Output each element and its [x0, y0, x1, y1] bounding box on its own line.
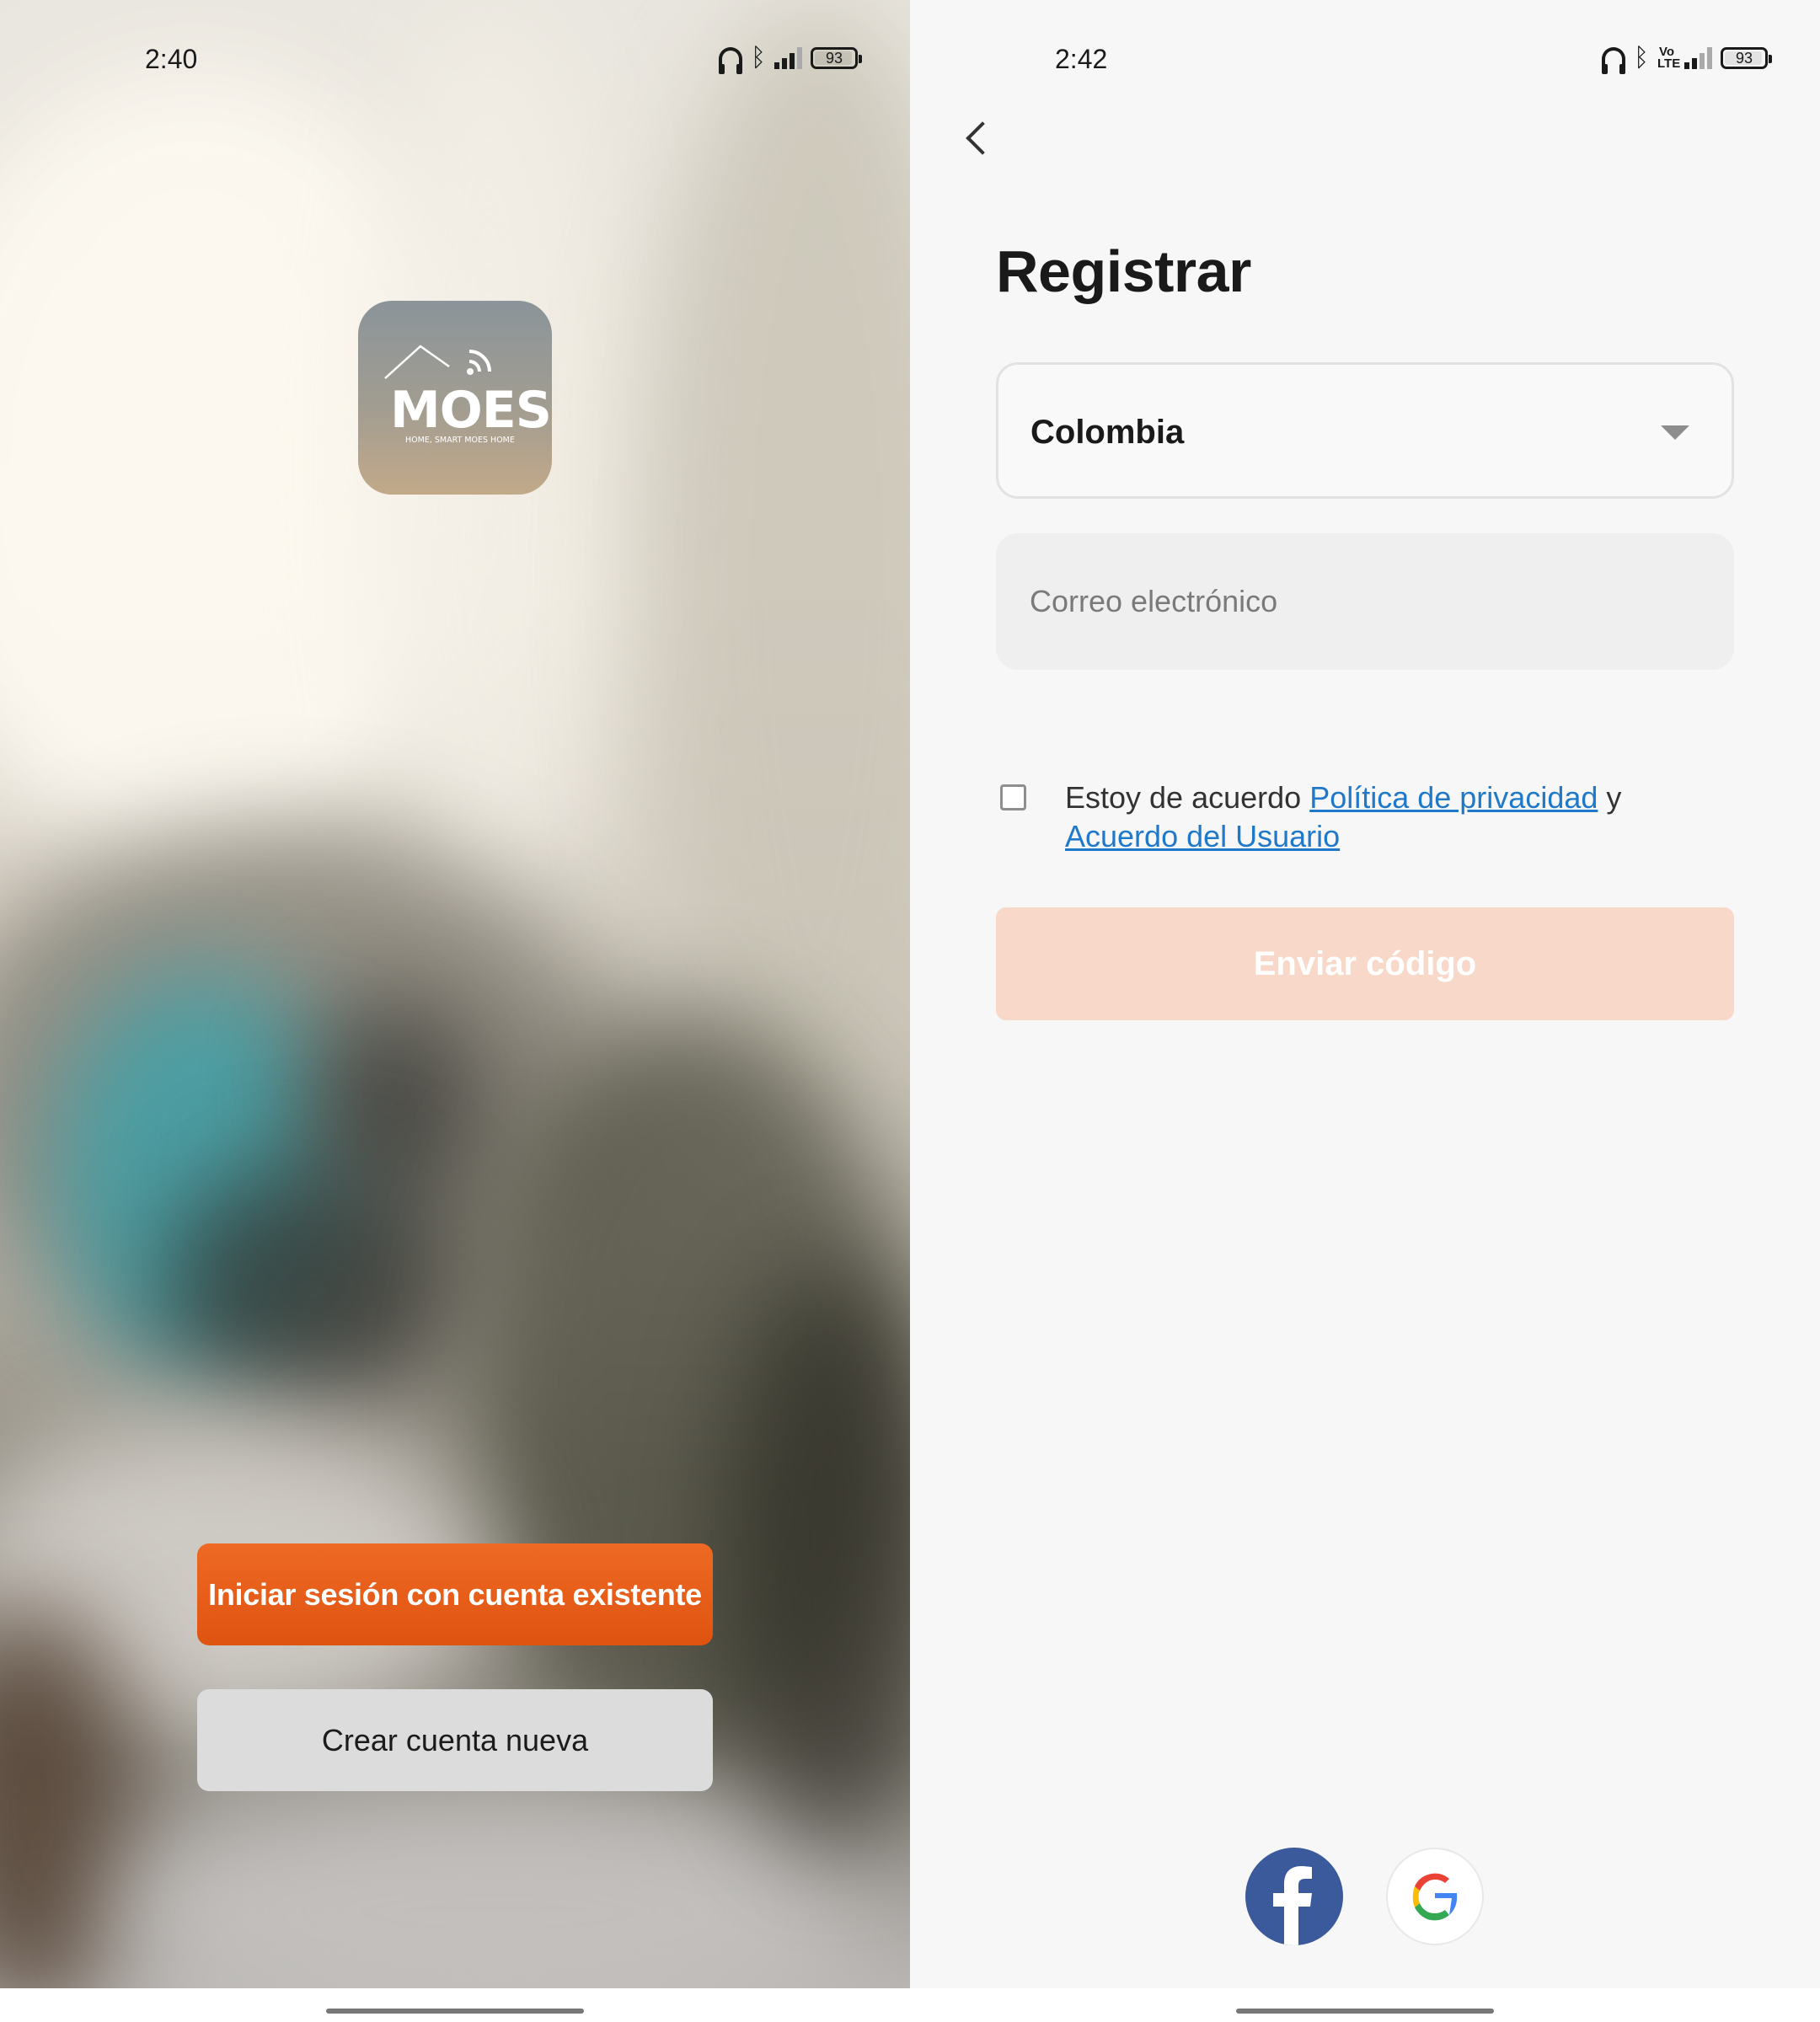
agreement-checkbox[interactable] [1000, 784, 1026, 810]
moes-logo-graphic: MOES HOME, SMART MOES HOME [384, 345, 552, 445]
status-bar: 2:40 ᛒ 93 [0, 0, 910, 118]
svg-text:HOME, SMART MOES HOME: HOME, SMART MOES HOME [405, 436, 515, 445]
back-arrow-icon[interactable] [952, 110, 1003, 168]
agreement-prefix: Estoy de acuerdo [1065, 780, 1310, 815]
register-screen: 2:42 ᛒ VoLTE 93 Registrar Colombia Estoy… [910, 0, 1820, 2022]
home-indicator[interactable] [1236, 2009, 1494, 2014]
user-agreement-link[interactable]: Acuerdo del Usuario [1065, 819, 1340, 853]
welcome-screen: 2:40 ᛒ 93 MOES HOME, SMART MOES HOME Ini… [0, 0, 910, 2022]
agreement-text: Estoy de acuerdo Política de privacidad … [1065, 778, 1739, 856]
facebook-login-button[interactable] [1245, 1848, 1343, 1945]
login-existing-account-button[interactable]: Iniciar sesión con cuenta existente [197, 1543, 713, 1645]
agreement-conjunction: y [1598, 780, 1622, 815]
nav-area [0, 1988, 910, 2022]
bluetooth-icon: ᛒ [1634, 43, 1649, 72]
headphones-icon [719, 47, 742, 74]
country-selector[interactable]: Colombia [996, 362, 1734, 499]
battery-icon: 93 [1721, 47, 1772, 69]
battery-level: 93 [1735, 50, 1753, 67]
create-account-button[interactable]: Crear cuenta nueva [197, 1689, 713, 1791]
email-field[interactable] [996, 533, 1734, 670]
status-bar: 2:42 ᛒ Vo LTE 93 [910, 0, 1820, 118]
status-time: 2:42 [1055, 44, 1108, 74]
nav-area [910, 1988, 1820, 2022]
status-time: 2:40 [145, 44, 198, 74]
battery-level: 93 [825, 50, 843, 67]
signal-icon [774, 47, 802, 69]
google-icon [1412, 1873, 1458, 1921]
page-title: Registrar [996, 238, 1251, 304]
country-selected-value: Colombia [1030, 414, 1185, 451]
battery-icon: 93 [811, 47, 862, 69]
google-login-button[interactable] [1386, 1848, 1484, 1945]
volte-icon: Vo LTE [1657, 45, 1681, 71]
send-code-button[interactable]: Enviar código [996, 907, 1734, 1020]
home-indicator[interactable] [326, 2009, 584, 2014]
facebook-icon [1273, 1866, 1312, 1945]
dropdown-caret-icon [1661, 425, 1689, 440]
headphones-icon [1602, 47, 1625, 74]
privacy-policy-link[interactable]: Política de privacidad [1309, 780, 1598, 815]
signal-icon [1684, 47, 1712, 69]
svg-text:MOES: MOES [390, 381, 551, 440]
moes-app-logo: MOES HOME, SMART MOES HOME [358, 301, 552, 495]
bluetooth-icon: ᛒ [751, 43, 766, 72]
